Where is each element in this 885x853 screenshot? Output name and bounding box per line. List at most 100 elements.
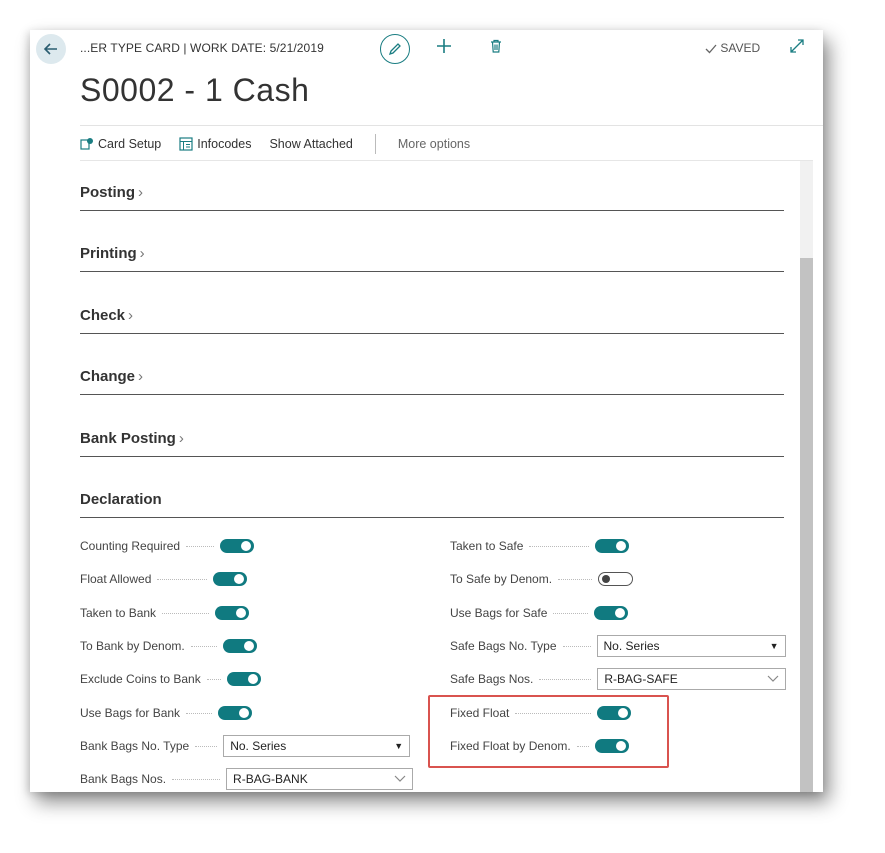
section-posting[interactable]: Posting › <box>80 180 784 211</box>
plus-icon <box>437 39 451 53</box>
chevron-down-icon <box>394 772 406 786</box>
use-bags-for-safe-toggle[interactable] <box>594 606 629 620</box>
field-label: Bank Bags Nos. <box>80 772 167 786</box>
exclude-coins-to-bank-toggle[interactable] <box>226 672 261 686</box>
saved-status: SAVED <box>705 41 760 55</box>
taken-to-bank-toggle[interactable] <box>215 606 250 620</box>
leader-dots <box>206 678 221 680</box>
more-options-action[interactable]: More options <box>398 137 470 151</box>
safe-bags-no-type-select[interactable]: No. Series ▼ <box>596 635 786 657</box>
show-attached-label: Show Attached <box>269 137 353 151</box>
lookup-value: R-BAG-SAFE <box>604 672 678 686</box>
section-bank-posting-label: Bank Posting <box>80 430 176 447</box>
expand-button[interactable] <box>790 39 804 58</box>
section-declaration[interactable]: Declaration <box>80 487 784 518</box>
section-posting-label: Posting <box>80 184 135 201</box>
action-bar: Card Setup Infocodes Show Attached More … <box>80 134 488 154</box>
leader-dots <box>190 645 217 647</box>
header-divider <box>80 125 823 126</box>
chevron-right-icon: › <box>178 430 184 447</box>
delete-button[interactable] <box>490 39 502 58</box>
scrollbar-thumb[interactable] <box>800 258 813 792</box>
section-change-title: Change › <box>80 368 143 385</box>
section-printing-label: Printing <box>80 245 137 262</box>
pencil-icon <box>388 43 401 56</box>
leader-dots <box>539 678 592 680</box>
section-posting-title: Posting › <box>80 184 143 201</box>
select-value: No. Series <box>603 639 660 653</box>
infocodes-label: Infocodes <box>197 137 252 151</box>
section-check[interactable]: Check › <box>80 303 784 334</box>
expand-icon <box>790 39 804 53</box>
show-attached-action[interactable]: Show Attached <box>269 137 352 151</box>
chevron-right-icon: › <box>138 184 143 201</box>
action-bar-divider <box>80 160 813 161</box>
section-declaration-title: Declaration <box>80 491 162 508</box>
leader-dots <box>195 745 218 747</box>
field-to-safe-by-denom: To Safe by Denom. <box>450 567 634 591</box>
field-exclude-coins-to-bank: Exclude Coins to Bank <box>80 667 261 691</box>
section-printing[interactable]: Printing › <box>80 241 784 272</box>
leader-dots <box>157 578 208 580</box>
chevron-right-icon: › <box>139 245 145 262</box>
page-title: S0002 - 1 Cash <box>80 72 310 108</box>
field-to-bank-by-denom: To Bank by Denom. <box>80 634 257 658</box>
to-safe-by-denom-toggle[interactable] <box>598 572 634 586</box>
field-safe-bags-nos: Safe Bags Nos. R-BAG-SAFE <box>450 667 787 691</box>
section-bank-posting[interactable]: Bank Posting › <box>80 426 784 457</box>
card-setup-icon <box>80 137 94 151</box>
leader-dots <box>558 578 593 580</box>
counting-required-toggle[interactable] <box>220 539 255 553</box>
safe-bags-nos-lookup[interactable]: R-BAG-SAFE <box>597 668 787 690</box>
highlight-annotation <box>428 695 669 768</box>
leader-dots <box>172 778 221 780</box>
dropdown-caret-icon: ▼ <box>394 741 404 751</box>
select-value: No. Series <box>230 739 287 753</box>
field-use-bags-for-bank: Use Bags for Bank <box>80 701 253 725</box>
bank-bags-no-type-select[interactable]: No. Series ▼ <box>223 735 411 757</box>
infocodes-icon <box>179 137 193 151</box>
action-bar-separator <box>374 134 376 154</box>
more-options-label: More options <box>397 137 471 151</box>
section-check-label: Check <box>80 307 126 324</box>
dropdown-caret-icon: ▼ <box>769 641 779 651</box>
field-use-bags-for-safe: Use Bags for Safe <box>450 601 629 625</box>
field-label: Safe Bags Nos. <box>450 672 534 686</box>
taken-to-safe-toggle[interactable] <box>595 539 630 553</box>
chevron-right-icon: › <box>128 307 134 324</box>
field-label: Counting Required <box>80 539 181 553</box>
field-label: To Safe by Denom. <box>450 572 553 586</box>
back-button[interactable] <box>36 34 66 64</box>
infocodes-action[interactable]: Infocodes <box>179 137 251 151</box>
field-label: Use Bags for Bank <box>80 706 181 720</box>
field-safe-bags-no-type: Safe Bags No. Type No. Series ▼ <box>450 634 786 658</box>
field-label: Taken to Bank <box>80 606 157 620</box>
back-arrow-icon <box>43 43 57 55</box>
field-label: Float Allowed <box>80 572 152 586</box>
section-bank-posting-title: Bank Posting › <box>80 430 184 447</box>
section-change[interactable]: Change › <box>80 364 784 395</box>
chevron-right-icon: › <box>138 368 144 385</box>
to-bank-by-denom-toggle[interactable] <box>222 639 257 653</box>
bank-bags-nos-lookup[interactable]: R-BAG-BANK <box>226 768 414 790</box>
field-label: Use Bags for Safe <box>450 606 548 620</box>
card-setup-label: Card Setup <box>98 137 162 151</box>
float-allowed-toggle[interactable] <box>213 572 248 586</box>
chevron-down-icon <box>767 672 779 686</box>
new-button[interactable] <box>436 36 452 58</box>
field-counting-required: Counting Required <box>80 534 255 558</box>
card-setup-action[interactable]: Card Setup <box>80 137 161 151</box>
use-bags-for-bank-toggle[interactable] <box>218 706 253 720</box>
field-taken-to-bank: Taken to Bank <box>80 601 250 625</box>
field-label: Exclude Coins to Bank <box>80 672 201 686</box>
leader-dots <box>553 612 589 614</box>
leader-dots <box>529 545 590 547</box>
checkmark-icon <box>705 44 717 54</box>
lookup-value: R-BAG-BANK <box>233 772 308 786</box>
field-label: Taken to Safe <box>450 539 524 553</box>
leader-dots <box>562 645 591 647</box>
section-check-title: Check › <box>80 307 133 324</box>
edit-button[interactable] <box>380 34 410 64</box>
field-bank-bags-nos: Bank Bags Nos. R-BAG-BANK <box>80 767 414 791</box>
field-label: To Bank by Denom. <box>80 639 185 653</box>
